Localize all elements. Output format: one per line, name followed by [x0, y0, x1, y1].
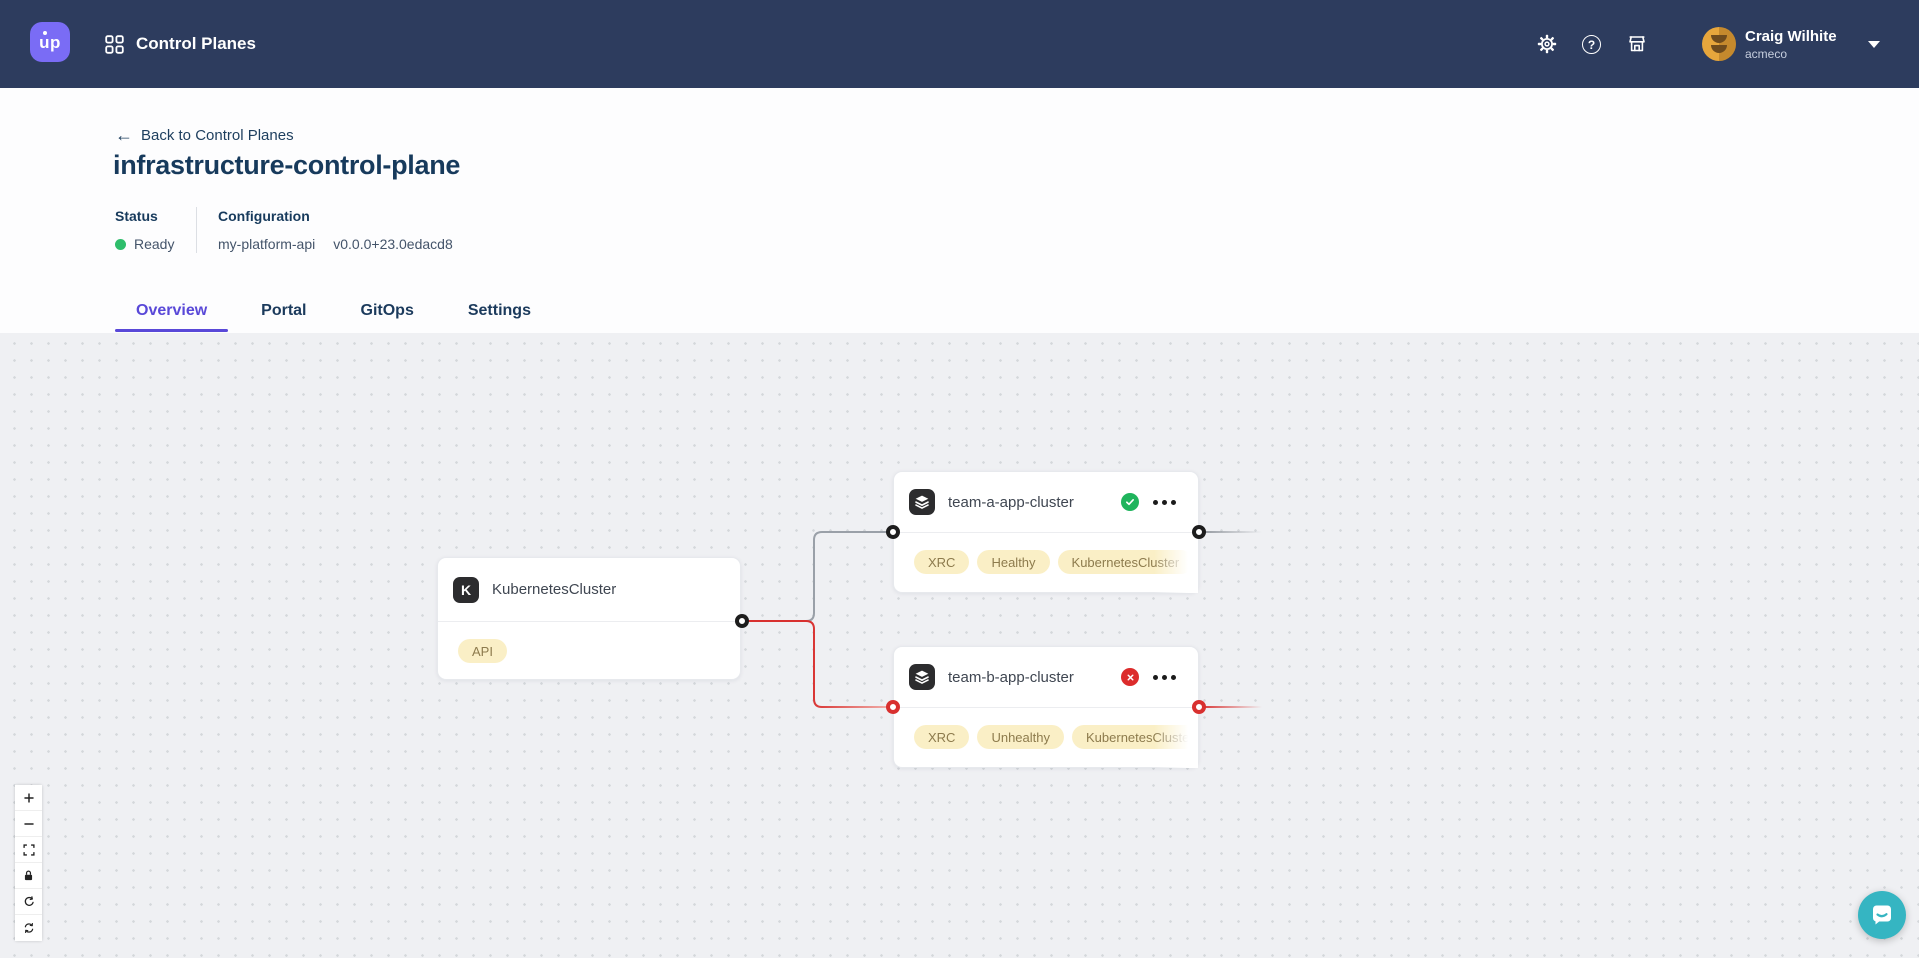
- chat-bubble-icon: [1870, 903, 1894, 927]
- back-link[interactable]: ← Back to Control Planes: [115, 127, 294, 144]
- node-title: team-a-app-cluster: [948, 494, 1121, 511]
- canvas-controls: [15, 785, 42, 941]
- handle-team-a-source[interactable]: [1192, 525, 1206, 539]
- chevron-down-icon[interactable]: [1868, 41, 1880, 48]
- node-menu-button[interactable]: [1153, 494, 1176, 511]
- edge-k8s-to-team-b: [742, 621, 893, 707]
- node-team-a-app-cluster[interactable]: team-a-app-cluster XRC Healthy Kubernete…: [893, 471, 1199, 593]
- node-menu-button[interactable]: [1153, 669, 1176, 686]
- user-org: acmeco: [1745, 47, 1787, 61]
- avatar-shade: [1719, 27, 1736, 61]
- handle-team-b-source[interactable]: [1192, 700, 1206, 714]
- sync-icon-button[interactable]: [15, 915, 42, 941]
- badge-xrc: XRC: [914, 550, 969, 574]
- configuration-version: v0.0.0+23.0edacd8: [333, 236, 453, 252]
- tab-overview[interactable]: Overview: [115, 289, 228, 332]
- badge-kubernetescluster: KubernetesCluster: [1058, 550, 1194, 574]
- grid-icon: [105, 35, 124, 54]
- status-block: Status Ready: [115, 208, 174, 252]
- help-icon[interactable]: ?: [1582, 35, 1602, 55]
- node-title: team-b-app-cluster: [948, 669, 1121, 686]
- handle-k8s-source[interactable]: [735, 614, 749, 628]
- node-kubernetescluster[interactable]: K KubernetesCluster API: [437, 557, 741, 680]
- lock-icon-button[interactable]: [15, 863, 42, 889]
- app-title: Control Planes: [136, 0, 256, 88]
- badge-kubernetescluster: KubernetesCluster: [1072, 725, 1198, 749]
- zoom-out-button[interactable]: [15, 811, 42, 837]
- layers-icon: [909, 664, 935, 690]
- page-title: infrastructure-control-plane: [113, 150, 460, 181]
- marketplace-icon[interactable]: [1627, 34, 1647, 54]
- tab-bar: Overview Portal GitOps Settings: [115, 289, 552, 332]
- badge-healthy: Healthy: [977, 550, 1049, 574]
- status-label: Status: [115, 208, 174, 224]
- handle-team-b-target[interactable]: [886, 700, 900, 714]
- badge-api: API: [458, 639, 507, 663]
- graph-canvas[interactable]: K KubernetesCluster API team-a-app-clust…: [0, 333, 1919, 958]
- badge-unhealthy: Unhealthy: [977, 725, 1064, 749]
- status-dot: [115, 239, 126, 250]
- node-team-b-app-cluster[interactable]: team-b-app-cluster XRC Unhealthy Kuberne…: [893, 646, 1199, 768]
- unhealthy-x-icon: [1121, 668, 1139, 686]
- fit-view-button[interactable]: [15, 837, 42, 863]
- configuration-name: my-platform-api: [218, 236, 315, 252]
- k-letter-icon: K: [453, 577, 479, 603]
- gear-icon[interactable]: [1537, 34, 1557, 54]
- edge-k8s-to-team-a: [742, 532, 893, 621]
- layers-icon: [909, 489, 935, 515]
- back-link-label: Back to Control Planes: [141, 127, 294, 144]
- help-glyph: ?: [1588, 38, 1595, 52]
- status-value: Ready: [134, 236, 174, 252]
- configuration-label: Configuration: [218, 208, 453, 224]
- node-title: KubernetesCluster: [492, 581, 725, 598]
- divider: [196, 207, 197, 253]
- logo-text: up: [39, 33, 61, 53]
- back-arrow-icon: ←: [115, 128, 133, 143]
- upbound-logo[interactable]: up: [30, 22, 70, 62]
- tab-settings[interactable]: Settings: [447, 289, 552, 332]
- chat-launcher-button[interactable]: [1858, 891, 1906, 939]
- top-navbar: up Control Planes ?: [0, 0, 1919, 88]
- handle-team-a-target[interactable]: [886, 525, 900, 539]
- zoom-in-button[interactable]: [15, 785, 42, 811]
- user-name: Craig Wilhite: [1745, 28, 1837, 45]
- tab-gitops[interactable]: GitOps: [340, 289, 435, 332]
- badge-xrc: XRC: [914, 725, 969, 749]
- tab-portal[interactable]: Portal: [240, 289, 327, 332]
- reset-view-button[interactable]: [15, 889, 42, 915]
- logo-dot: [43, 31, 47, 35]
- user-avatar[interactable]: [1702, 27, 1736, 61]
- healthy-check-icon: [1121, 493, 1139, 511]
- configuration-block: Configuration my-platform-api v0.0.0+23.…: [218, 208, 453, 252]
